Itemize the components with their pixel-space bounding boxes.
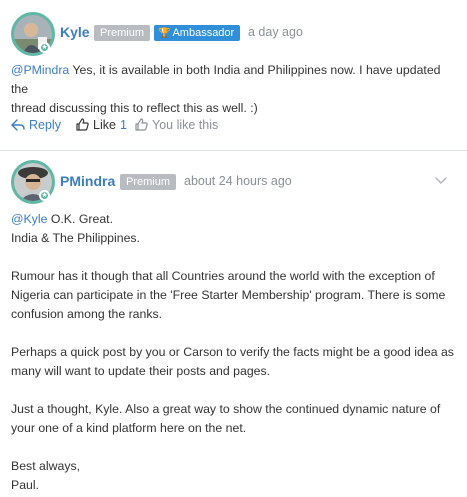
body-line: Paul.: [11, 478, 40, 492]
ambassador-badge: 🏆 Ambassador: [154, 25, 241, 41]
body-line: Just a thought, Kyle. Also a great way t…: [11, 402, 441, 416]
body-line: Nigeria can participate in the 'Free Sta…: [11, 288, 446, 302]
mention-link[interactable]: @Kyle: [11, 212, 47, 226]
body-line: your one of a kind platform here on the …: [11, 421, 247, 435]
body-line: thread discussing this to reflect this a…: [11, 101, 258, 115]
online-badge: ★: [39, 190, 50, 201]
body-line: @PMindra Yes, it is available in both In…: [11, 61, 459, 99]
online-badge: ★: [39, 42, 50, 53]
body-line: Best always,: [11, 459, 81, 473]
comment-body: @Kyle O.K. Great. India & The Philippine…: [11, 210, 459, 495]
comment-body: @PMindra Yes, it is available in both In…: [11, 61, 459, 118]
like-count[interactable]: 1: [120, 118, 127, 132]
reply-label: Reply: [29, 118, 61, 132]
mention-link[interactable]: @PMindra: [11, 63, 69, 77]
body-line: many will want to update their posts and…: [11, 364, 271, 378]
star-icon: ★: [41, 192, 48, 199]
author-name[interactable]: PMindra: [60, 173, 115, 189]
you-like-status: You like this: [135, 118, 218, 132]
timestamp[interactable]: about 24 hours ago: [184, 174, 292, 188]
body-line: India & The Philippines.: [11, 231, 140, 245]
premium-badge: Premium: [120, 174, 177, 190]
body-text-segment: O.K. Great.: [47, 212, 114, 226]
chevron-down-icon[interactable]: [435, 177, 447, 185]
you-like-label: You like this: [152, 118, 219, 132]
ambassador-badge-label: Ambassador: [172, 27, 235, 39]
like-label: Like: [93, 118, 116, 132]
star-icon: ★: [41, 44, 48, 51]
reply-button[interactable]: Reply: [11, 118, 61, 132]
timestamp[interactable]: a day ago: [248, 25, 303, 39]
body-line: confusion among the ranks.: [11, 307, 163, 321]
comment-pmindra: ★ PMindra Premium about 24 hours ago @Ky…: [0, 151, 467, 497]
trophy-icon: 🏆: [158, 28, 171, 39]
comment-kyle: ★ Kyle Premium 🏆 Ambassador a day ago @PM…: [0, 0, 467, 151]
reply-arrow-icon: [11, 119, 25, 131]
body-line: Rumour has it though that all Countries …: [11, 269, 435, 283]
body-line: Perhaps a quick post by you or Carson to…: [11, 345, 454, 359]
thumbs-up-icon: [76, 118, 89, 131]
body-line: @Kyle O.K. Great.: [11, 210, 459, 229]
like-button[interactable]: Like 1: [76, 118, 127, 132]
author-name[interactable]: Kyle: [60, 24, 90, 40]
premium-badge: Premium: [94, 25, 151, 41]
body-text-segment: Yes, it is available in both India and P…: [11, 63, 441, 96]
thumbs-up-icon: [135, 118, 148, 131]
